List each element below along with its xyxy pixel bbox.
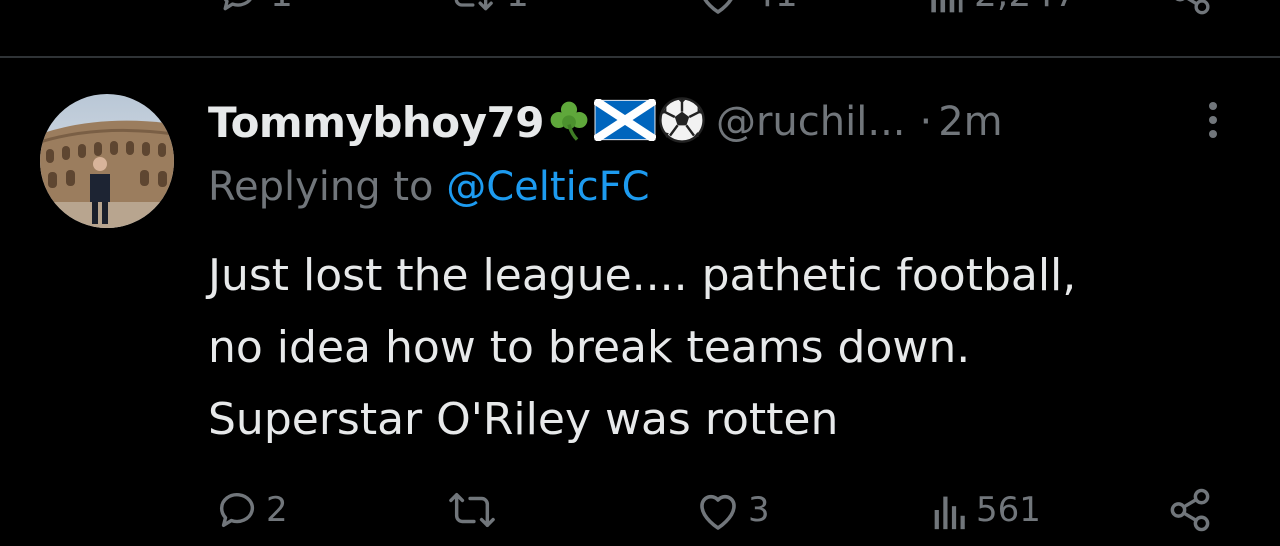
tweet-text-line: Superstar O'Riley was rotten (208, 394, 839, 445)
replying-to-mention[interactable]: @CelticFC (446, 164, 649, 210)
retweet-button[interactable] (446, 486, 504, 534)
prev-retweet-button[interactable]: 1 (446, 0, 529, 16)
like-button[interactable]: 3 (694, 486, 770, 534)
replying-to: Replying to @CelticFC (208, 164, 650, 210)
retweet-icon (446, 487, 498, 533)
reply-button[interactable]: 2 (214, 486, 288, 534)
views-icon (930, 487, 970, 533)
retweet-icon (446, 0, 496, 16)
tweet-text-line: Just lost the league.... pathetic footba… (208, 250, 1077, 301)
tweet-text-line: no idea how to break teams down. (208, 322, 971, 373)
header-separator: · (919, 99, 933, 145)
prev-retweet-count: 1 (506, 0, 529, 15)
avatar-photo (40, 94, 174, 228)
reply-icon (216, 0, 260, 16)
tweet-timestamp[interactable]: 2m (938, 99, 1002, 145)
previous-tweet-action-bar: 1 1 41 2,247 (0, 0, 1280, 20)
display-name[interactable]: Tommybhoy79 (208, 98, 544, 147)
view-count: 561 (976, 490, 1041, 530)
prev-reply-button[interactable]: 1 (216, 0, 293, 16)
tweet-action-bar: 2 3 561 (0, 486, 1280, 534)
shamrock-emoji (546, 97, 592, 147)
tweet-divider (0, 56, 1280, 58)
prev-share-button[interactable] (1168, 0, 1214, 16)
prev-like-count: 41 (752, 0, 798, 15)
prev-reply-count: 1 (270, 0, 293, 15)
user-handle[interactable]: @ruchil... (716, 99, 906, 145)
share-icon (1168, 0, 1214, 16)
share-icon (1166, 487, 1214, 533)
views-icon (928, 0, 964, 16)
tweet-text: Just lost the league.... pathetic footba… (208, 240, 1248, 456)
views-button[interactable]: 561 (930, 486, 1041, 534)
replying-prefix: Replying to (208, 164, 447, 210)
more-icon (1201, 102, 1225, 150)
prev-views-button[interactable]: 2,247 (928, 0, 1077, 16)
like-icon (694, 0, 742, 16)
avatar[interactable] (40, 94, 174, 228)
share-button[interactable] (1166, 486, 1214, 534)
like-count: 3 (748, 490, 770, 530)
scotland-flag-emoji (592, 96, 658, 145)
more-options-button[interactable] (1201, 98, 1225, 146)
prev-view-count: 2,247 (974, 0, 1077, 15)
reply-icon (214, 487, 260, 533)
reply-count: 2 (266, 490, 288, 530)
tweet-header: Tommybhoy79 @ruchil... · 2m (208, 92, 1003, 152)
soccer-ball-emoji (658, 96, 706, 148)
prev-like-button[interactable]: 41 (694, 0, 798, 16)
like-icon (694, 487, 742, 533)
